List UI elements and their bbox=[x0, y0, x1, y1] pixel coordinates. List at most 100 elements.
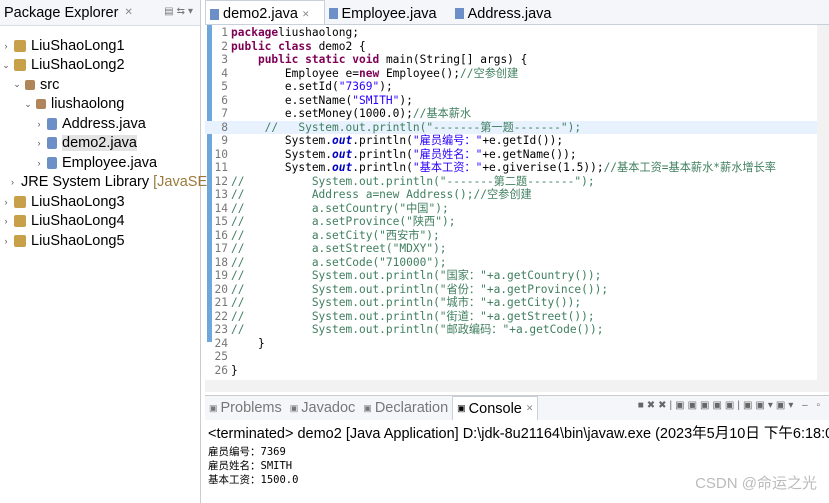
code-token: "7369" bbox=[338, 80, 380, 93]
line-number: 2 bbox=[221, 39, 228, 53]
src-icon bbox=[25, 79, 35, 90]
code-line: 18// a.setCode("710000"); bbox=[205, 256, 817, 270]
chevron-right-icon[interactable]: › bbox=[0, 41, 12, 51]
vertical-scrollbar[interactable] bbox=[817, 25, 829, 380]
editor-tab-label: Employee.java bbox=[341, 5, 437, 22]
console-output-line: 雇员姓名：SMITH bbox=[208, 460, 293, 472]
tree-item[interactable]: › LiuShaoLong5 bbox=[0, 231, 200, 251]
line-number: 4 bbox=[221, 66, 228, 80]
code-token: e.setId( bbox=[231, 80, 339, 93]
tree-item-label: JRE System Library bbox=[21, 174, 150, 191]
editor-tabs: demo2.java ✕ Employee.java Address.java bbox=[205, 0, 829, 25]
package-explorer: Package Explorer ✕ ▤⇆▾ › LiuShaoLong1 ⌄ Liu… bbox=[0, 0, 212, 503]
code-line: 24 } bbox=[205, 337, 817, 351]
editor-tab[interactable]: demo2.java ✕ bbox=[205, 0, 325, 24]
code-token: .println( bbox=[352, 134, 413, 147]
code-token: new bbox=[358, 66, 380, 80]
line-number: 13 bbox=[214, 188, 228, 201]
line-number: 23 bbox=[214, 323, 228, 336]
tree-item[interactable]: ⌄ liushaolong bbox=[0, 95, 200, 115]
line-number: 12 bbox=[214, 174, 228, 188]
editor-tab[interactable]: Employee.java bbox=[325, 0, 451, 24]
line-number: 9 bbox=[221, 134, 228, 147]
chevron-right-icon[interactable]: › bbox=[0, 197, 12, 207]
code-token: package bbox=[231, 26, 279, 39]
close-icon[interactable]: ✕ bbox=[302, 9, 310, 20]
code-token: //基本工资=基本薪水*薪水增长率 bbox=[603, 161, 776, 174]
code-token: "基本工资：" bbox=[412, 161, 483, 174]
tree-item[interactable]: ⌄ src bbox=[0, 75, 200, 95]
tree-item[interactable]: › demo2.java bbox=[0, 134, 200, 154]
chevron-right-icon[interactable]: › bbox=[33, 138, 45, 148]
chevron-down-icon[interactable]: ⌄ bbox=[11, 79, 23, 90]
view-toolbar[interactable]: ▤⇆▾ bbox=[164, 6, 196, 17]
code-line: 26} bbox=[205, 364, 817, 378]
code-token: demo2 { bbox=[311, 39, 366, 53]
line-number: 15 bbox=[214, 215, 228, 228]
tree-item[interactable]: › JRE System Library [JavaSE- bbox=[0, 173, 212, 193]
code-line: 7 e.setMoney(1000.0);//基本薪水 bbox=[205, 107, 817, 121]
project-icon bbox=[14, 39, 26, 52]
tree-item[interactable]: › LiuShaoLong4 bbox=[0, 212, 200, 232]
code-token: // a.setCountry("中国"); bbox=[231, 201, 449, 215]
code-token: public static void bbox=[257, 53, 380, 66]
line-number: 17 bbox=[214, 242, 228, 255]
line-number: 3 bbox=[221, 53, 228, 66]
line-number: 26 bbox=[214, 363, 228, 377]
chevron-right-icon[interactable]: › bbox=[0, 236, 12, 246]
tree-item-label: LiuShaoLong2 bbox=[31, 57, 125, 74]
tree-item-label: src bbox=[40, 76, 60, 93]
tree-item-label: LiuShaoLong1 bbox=[31, 37, 125, 54]
code-token: //基本薪水 bbox=[412, 107, 472, 120]
line-number: 11 bbox=[214, 161, 228, 174]
close-icon[interactable]: ✕ bbox=[124, 7, 132, 18]
line-number: 10 bbox=[214, 147, 228, 161]
code-token: liushaolong; bbox=[278, 26, 359, 39]
tree-item[interactable]: ⌄ LiuShaoLong2 bbox=[0, 56, 200, 76]
tree-item[interactable]: › Employee.java bbox=[0, 153, 200, 173]
tree-item[interactable]: › Address.java bbox=[0, 114, 200, 134]
chevron-down-icon[interactable]: ⌄ bbox=[22, 99, 34, 110]
close-icon[interactable]: ✕ bbox=[526, 403, 534, 414]
console-tab-javadoc[interactable]: ▣ Javadoc bbox=[286, 400, 360, 416]
code-line: 12// System.out.println("-------第二题-----… bbox=[205, 175, 817, 189]
code-line: 4 Employee e=new Employee();//空参创建 bbox=[205, 67, 817, 81]
chevron-right-icon[interactable]: › bbox=[33, 158, 45, 168]
line-number: 18 bbox=[214, 255, 228, 269]
horizontal-scrollbar[interactable] bbox=[205, 380, 829, 392]
line-number: 8 bbox=[221, 120, 228, 134]
tab-label: Javadoc bbox=[301, 400, 356, 416]
console-panel: ▣ Problems ▣ Javadoc ▣ Declaration ▣ Console ✕ ■… bbox=[205, 395, 829, 503]
code-line: 23// System.out.println("邮政编码："+a.getCod… bbox=[205, 323, 817, 337]
console-toolbar[interactable]: ■✖✖|▣▣▣▣▣|▣▣▾▣▾ ‒ ▫ bbox=[638, 400, 823, 411]
code-token: Employee e= bbox=[231, 66, 359, 80]
project-icon bbox=[14, 195, 26, 208]
code-area[interactable]: 1 packageliushaolong; 2 public class demo2 … bbox=[205, 25, 829, 392]
code-line: 10 System.out.println("雇员姓名："+e.getName(… bbox=[205, 148, 817, 162]
code-token: // System.out.println("街道："+a.getStreet(… bbox=[231, 309, 595, 323]
console-tab-console[interactable]: ▣ Console ✕ bbox=[452, 396, 539, 420]
chevron-right-icon[interactable]: › bbox=[0, 216, 12, 226]
code-token: main(String[] args) { bbox=[379, 53, 528, 66]
editor-tab-label: Address.java bbox=[467, 5, 552, 22]
chevron-right-icon[interactable]: › bbox=[33, 119, 45, 129]
tree-item[interactable]: › LiuShaoLong1 bbox=[0, 36, 200, 56]
tree-item[interactable]: › LiuShaoLong3 bbox=[0, 192, 200, 212]
console-tab-declaration[interactable]: ▣ Declaration bbox=[359, 400, 452, 416]
console-tab-problems[interactable]: ▣ Problems bbox=[205, 400, 286, 416]
package-icon bbox=[36, 99, 46, 110]
declaration-icon: ▣ bbox=[363, 402, 372, 413]
code-token: .println( bbox=[352, 161, 413, 174]
chevron-right-icon[interactable]: › bbox=[11, 177, 14, 187]
chevron-down-icon[interactable]: ⌄ bbox=[0, 60, 12, 71]
line-number: 21 bbox=[214, 296, 228, 309]
code-line: 6 e.setName("SMITH"); bbox=[205, 94, 817, 108]
editor-tab-label: demo2.java bbox=[223, 6, 298, 22]
tree-item-label: LiuShaoLong4 bbox=[31, 213, 125, 230]
tree-item-label: LiuShaoLong5 bbox=[31, 232, 125, 249]
editor-tab[interactable]: Address.java bbox=[451, 0, 566, 24]
console-output-line: 雇员编号：7369 bbox=[208, 446, 286, 458]
line-number: 25 bbox=[214, 350, 228, 363]
code-token: // a.setStreet("MDXY"); bbox=[231, 242, 447, 255]
line-number: 24 bbox=[214, 336, 228, 350]
